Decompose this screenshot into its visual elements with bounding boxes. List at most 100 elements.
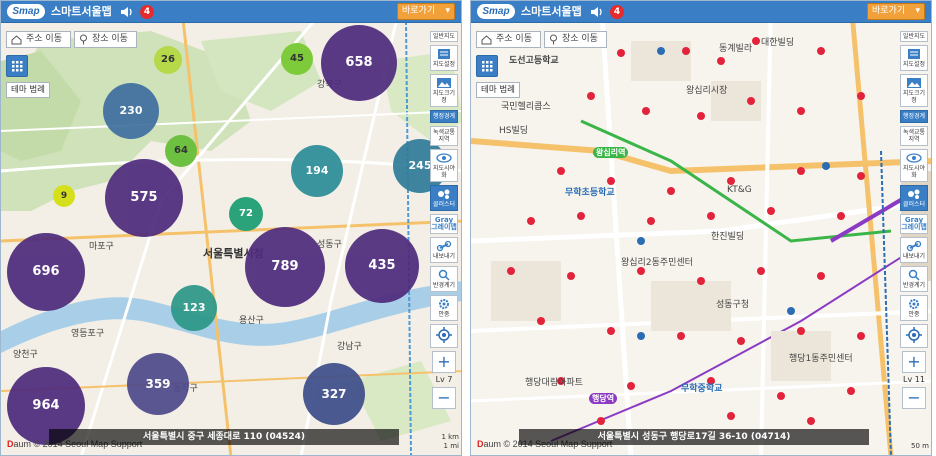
tool-radius[interactable]: 반경계기 xyxy=(900,266,928,292)
cluster-marker[interactable]: 26 xyxy=(154,46,182,74)
tool-gray[interactable]: Gray 그레이맵 xyxy=(430,214,458,234)
move-controls: 주소 이동 장소 이동 xyxy=(6,31,137,48)
tool-green-zone[interactable]: 녹색교통지역 xyxy=(900,126,928,146)
tool-radius[interactable]: 반경계기 xyxy=(430,266,458,292)
app-logo[interactable]: Smap xyxy=(477,4,515,19)
tool-label: 지도설정 xyxy=(432,61,456,68)
station-label[interactable]: 왕십리역 xyxy=(593,147,629,158)
poi-label: 국민헬리콥스 xyxy=(501,102,551,112)
cluster-marker[interactable]: 45 xyxy=(281,43,313,75)
app-header: Smap 스마트서울맵 4 바로가기 ▾ xyxy=(1,1,461,23)
cluster-marker[interactable]: 123 xyxy=(171,285,217,331)
app-header: Smap 스마트서울맵 4 바로가기 ▾ xyxy=(471,1,931,23)
cluster-marker[interactable]: 194 xyxy=(291,145,343,197)
grid-menu-button[interactable] xyxy=(476,55,498,77)
tool-admin-boundary[interactable]: 행정경계 xyxy=(430,110,458,123)
tool-label: 내보내기 xyxy=(902,253,926,260)
zoom-level: Lv 7 xyxy=(435,375,453,384)
tool-sublabel: 그레이맵 xyxy=(431,223,457,231)
speaker-icon[interactable] xyxy=(119,4,135,20)
cluster-marker[interactable]: 9 xyxy=(53,185,75,207)
poi-label: 왕십리2동주민센터 xyxy=(621,258,693,268)
eye-icon xyxy=(906,153,922,163)
cluster-icon xyxy=(908,189,920,199)
tool-cluster[interactable]: 클러스터 xyxy=(900,185,928,211)
place-move-button[interactable]: 장소 이동 xyxy=(73,31,137,48)
tool-guide[interactable]: 안중 xyxy=(430,295,458,321)
shortcut-button[interactable]: 바로가기 ▾ xyxy=(867,3,925,20)
tool-map-settings[interactable]: 지도설정 xyxy=(900,45,928,71)
tool-gray[interactable]: Gray 그레이맵 xyxy=(900,214,928,234)
zoom-out-button[interactable]: − xyxy=(902,387,926,409)
pin-icon xyxy=(549,34,557,45)
grid-icon xyxy=(482,61,493,72)
crosshair-icon xyxy=(906,327,922,343)
left-map-panel: 서울특별시청 마포구 용산구 영등포구 강남구 성동구 강북구 양천구 동작구 … xyxy=(0,0,462,456)
tool-visibility[interactable]: 지도시야화 xyxy=(900,149,928,182)
address-move-label: 주소 이동 xyxy=(26,34,62,44)
cluster-marker[interactable]: 575 xyxy=(105,159,183,237)
tool-normal-map[interactable]: 일반지도 xyxy=(900,31,928,42)
tool-label: 지도설정 xyxy=(902,61,926,68)
zoom-in-button[interactable]: + xyxy=(432,351,456,373)
tool-guide[interactable]: 안중 xyxy=(900,295,928,321)
district-mapo-label: 마포구 xyxy=(89,242,114,252)
place-move-label: 장소 이동 xyxy=(561,34,598,44)
search-icon xyxy=(908,269,920,281)
address-move-button[interactable]: 주소 이동 xyxy=(476,31,541,48)
poi-label: 대한빌딩 xyxy=(761,38,795,48)
home-icon xyxy=(11,34,22,44)
scale-mi: 1 mi xyxy=(443,442,459,450)
cluster-marker[interactable]: 696 xyxy=(7,233,85,311)
tool-map-settings[interactable]: 지도설정 xyxy=(430,45,458,71)
theme-legend-button[interactable]: 테마 범례 xyxy=(476,82,520,98)
cluster-icon xyxy=(438,189,450,199)
zoom-level: Lv 11 xyxy=(903,375,925,384)
tool-export[interactable]: 내보내기 xyxy=(900,237,928,263)
tool-visibility[interactable]: 지도시야화 xyxy=(430,149,458,182)
tool-cluster[interactable]: 클러스터 xyxy=(430,185,458,211)
address-bar: 서울특별시 성동구 행당로17길 36-10 (04714) xyxy=(519,429,869,445)
image-icon xyxy=(437,78,451,88)
cluster-marker[interactable]: 359 xyxy=(127,353,189,415)
zoom-in-button[interactable]: + xyxy=(902,351,926,373)
cluster-marker[interactable]: 435 xyxy=(345,229,419,303)
shortcut-button[interactable]: 바로가기 ▾ xyxy=(397,3,455,20)
speaker-icon[interactable] xyxy=(589,4,605,20)
theme-legend-button[interactable]: 테마 범례 xyxy=(6,82,50,98)
cluster-marker[interactable]: 658 xyxy=(321,25,397,101)
tool-label: 지도크기정 xyxy=(432,90,456,104)
cluster-marker[interactable]: 72 xyxy=(229,197,263,231)
tool-normal-map[interactable]: 일반지도 xyxy=(430,31,458,42)
zoom-out-button[interactable]: − xyxy=(432,387,456,409)
chevron-down-icon: ▾ xyxy=(915,6,920,16)
notification-badge[interactable]: 4 xyxy=(610,5,624,19)
tool-label: 녹색교통지역 xyxy=(432,129,456,143)
poi-label: 행당대림아파트 xyxy=(525,378,583,388)
place-move-button[interactable]: 장소 이동 xyxy=(543,31,607,48)
tool-label: 반경계기 xyxy=(432,282,456,289)
station-label[interactable]: 행당역 xyxy=(589,393,618,404)
cluster-marker[interactable]: 64 xyxy=(165,135,197,167)
my-location-button[interactable] xyxy=(900,324,928,348)
poi-label: 도선고등학교 xyxy=(509,56,559,66)
poi-label: 한진빌딩 xyxy=(711,232,745,242)
tool-map-size[interactable]: 지도크기정 xyxy=(900,74,928,107)
layers-icon xyxy=(908,49,920,59)
tool-label: 지도시야화 xyxy=(432,165,456,179)
cluster-marker[interactable]: 230 xyxy=(103,83,159,139)
app-logo[interactable]: Smap xyxy=(7,4,45,19)
chevron-down-icon: ▾ xyxy=(445,6,450,16)
poi-label: HS빌딩 xyxy=(499,126,529,136)
cluster-marker[interactable]: 327 xyxy=(303,363,365,425)
address-move-button[interactable]: 주소 이동 xyxy=(6,31,71,48)
tool-green-zone[interactable]: 녹색교통지역 xyxy=(430,126,458,146)
tool-sublabel: 그레이맵 xyxy=(901,223,927,231)
tool-admin-boundary[interactable]: 행정경계 xyxy=(900,110,928,123)
notification-badge[interactable]: 4 xyxy=(140,5,154,19)
tool-map-size[interactable]: 지도크기정 xyxy=(430,74,458,107)
cluster-marker[interactable]: 789 xyxy=(245,227,325,307)
my-location-button[interactable] xyxy=(430,324,458,348)
tool-export[interactable]: 내보내기 xyxy=(430,237,458,263)
grid-menu-button[interactable] xyxy=(6,55,28,77)
